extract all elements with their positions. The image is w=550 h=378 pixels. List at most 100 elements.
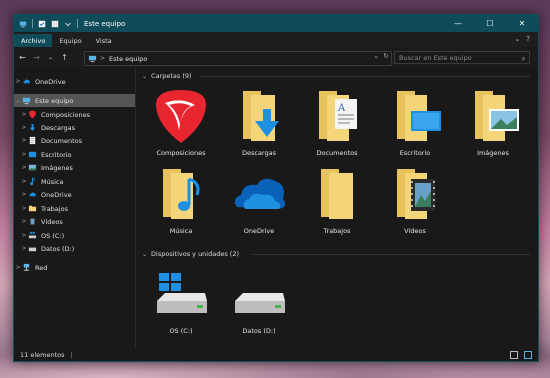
toolbar-separator bbox=[32, 19, 33, 28]
sidebar-item-os-c[interactable]: > OS (C:) bbox=[14, 229, 141, 242]
sidebar-item-escritorio[interactable]: > Escritorio bbox=[14, 148, 141, 161]
this-pc-icon bbox=[88, 55, 97, 63]
sidebar-item-label: Composiciones bbox=[41, 110, 91, 119]
sidebar-item-documentos[interactable]: > Documentos bbox=[14, 134, 141, 147]
collapse-chevron-icon[interactable]: ⌄ bbox=[14, 97, 22, 104]
minimize-button[interactable]: — bbox=[442, 15, 474, 32]
sidebar-item-onedrive[interactable]: > OneDrive bbox=[14, 75, 135, 88]
sidebar-item-label: Vídeos bbox=[41, 217, 63, 226]
expand-chevron-icon[interactable]: > bbox=[20, 151, 28, 158]
status-separator: | bbox=[70, 351, 73, 359]
tile-label: Música bbox=[169, 227, 193, 235]
expand-chevron-icon[interactable]: > bbox=[20, 191, 28, 198]
maximize-button[interactable]: ☐ bbox=[474, 15, 506, 32]
sidebar-item-datos-d[interactable]: > Datos (D:) bbox=[14, 242, 141, 255]
sidebar-item-imagenes[interactable]: > Imágenes bbox=[14, 161, 141, 174]
video-film-icon bbox=[29, 217, 36, 226]
drive-tile-os-c[interactable]: OS (C:) bbox=[144, 263, 218, 341]
expand-chevron-icon[interactable]: > bbox=[20, 164, 28, 171]
expand-chevron-icon[interactable]: > bbox=[20, 124, 28, 131]
up-button[interactable]: ↑ bbox=[59, 53, 70, 62]
sidebar-item-label: Imágenes bbox=[41, 163, 73, 172]
tile-label: OS (C:) bbox=[169, 327, 193, 335]
expand-chevron-icon[interactable]: > bbox=[20, 218, 28, 225]
sidebar-item-label: Escritorio bbox=[41, 150, 72, 159]
tile-label: Vídeos bbox=[404, 227, 426, 235]
large-icons-view-icon[interactable] bbox=[524, 351, 532, 359]
content-pane: ⌄ Carpetas (9) Composiciones Descargas A… bbox=[136, 67, 538, 349]
sidebar-item-musica[interactable]: > Música bbox=[14, 175, 141, 188]
breadcrumb-este-equipo[interactable]: Este equipo bbox=[109, 55, 147, 63]
breadcrumb-separator[interactable]: > bbox=[100, 55, 105, 62]
sidebar-item-red[interactable]: > Red bbox=[14, 261, 135, 274]
group-divider bbox=[252, 254, 530, 255]
this-pc-icon[interactable] bbox=[19, 20, 27, 28]
folder-tile-videos[interactable]: Vídeos bbox=[378, 163, 452, 241]
properties-check-icon[interactable] bbox=[38, 20, 46, 28]
red-pick-icon bbox=[156, 90, 206, 143]
details-view-icon[interactable] bbox=[510, 351, 518, 359]
navigation-pane: > OneDrive ⌄ Este equipo > Composiciones… bbox=[14, 67, 136, 349]
title-bar[interactable]: Este equipo — ☐ ✕ bbox=[14, 15, 538, 32]
tab-vista[interactable]: Vista bbox=[89, 34, 119, 47]
sidebar-item-composiciones[interactable]: > Composiciones bbox=[14, 108, 141, 121]
expand-chevron-icon[interactable]: > bbox=[14, 264, 22, 271]
new-folder-icon[interactable] bbox=[51, 20, 59, 28]
expand-chevron-icon[interactable]: > bbox=[20, 232, 28, 239]
onedrive-cloud-icon bbox=[234, 178, 286, 209]
sidebar-item-descargas[interactable]: > Descargas bbox=[14, 121, 141, 134]
address-bar[interactable]: > Este equipo ⌄ ↻ bbox=[84, 51, 392, 66]
windows-drive-icon bbox=[157, 273, 207, 313]
expand-chevron-icon[interactable]: > bbox=[20, 111, 28, 118]
folder-tile-musica[interactable]: Música bbox=[144, 163, 218, 241]
expand-chevron-icon[interactable]: > bbox=[14, 78, 22, 85]
tile-label: Datos (D:) bbox=[242, 327, 276, 335]
folder-tile-escritorio[interactable]: Escritorio bbox=[378, 85, 452, 163]
folder-tile-descargas[interactable]: Descargas bbox=[222, 85, 296, 163]
pictures-icon bbox=[28, 164, 37, 171]
folder-tile-onedrive[interactable]: OneDrive bbox=[222, 163, 296, 241]
back-button[interactable]: ← bbox=[17, 53, 28, 62]
expand-chevron-icon[interactable]: > bbox=[20, 245, 28, 252]
expand-chevron-icon[interactable]: > bbox=[20, 205, 28, 212]
folder-tile-composiciones[interactable]: Composiciones bbox=[144, 85, 218, 163]
group-header-carpetas[interactable]: ⌄ Carpetas (9) bbox=[142, 72, 192, 80]
expand-ribbon-icon[interactable]: ⌄ bbox=[514, 35, 520, 43]
help-icon[interactable]: ? bbox=[526, 35, 530, 43]
tile-label: Documentos bbox=[316, 149, 358, 157]
tab-archivo[interactable]: Archivo bbox=[14, 34, 53, 47]
tile-label: Trabajos bbox=[323, 227, 351, 235]
music-note-icon bbox=[30, 177, 35, 186]
forward-button[interactable]: → bbox=[31, 53, 42, 62]
folder-pictures-icon bbox=[475, 91, 519, 141]
address-dropdown-icon[interactable]: ⌄ bbox=[373, 52, 379, 60]
tile-label: Imágenes bbox=[477, 149, 509, 157]
group-header-dispositivos[interactable]: ⌄ Dispositivos y unidades (2) bbox=[142, 250, 239, 258]
tab-equipo[interactable]: Equipo bbox=[52, 34, 88, 47]
sidebar-item-videos[interactable]: > Vídeos bbox=[14, 215, 141, 228]
group-title: Carpetas (9) bbox=[151, 72, 192, 80]
folder-tile-trabajos[interactable]: Trabajos bbox=[300, 163, 374, 241]
sidebar-item-trabajos[interactable]: > Trabajos bbox=[14, 202, 141, 215]
network-icon bbox=[23, 263, 30, 271]
sidebar-item-onedrive-2[interactable]: > OneDrive bbox=[14, 188, 141, 201]
svg-text:A: A bbox=[337, 103, 346, 114]
sidebar-item-este-equipo[interactable]: ⌄ Este equipo bbox=[14, 94, 135, 107]
folder-tile-imagenes[interactable]: Imágenes bbox=[456, 85, 530, 163]
recent-locations-button[interactable]: ⌄ bbox=[45, 54, 56, 61]
sidebar-item-label: Descargas bbox=[41, 123, 76, 132]
folder-download-icon bbox=[243, 91, 279, 141]
folder-tile-documentos[interactable]: A Documentos bbox=[300, 85, 374, 163]
sidebar-item-label: Música bbox=[41, 177, 64, 186]
customize-quick-access-icon[interactable] bbox=[64, 20, 72, 28]
refresh-icon[interactable]: ↻ bbox=[383, 52, 389, 60]
search-input[interactable]: Buscar en Este equipo ⌕ bbox=[394, 51, 530, 64]
collapse-chevron-icon[interactable]: ⌄ bbox=[142, 251, 147, 258]
search-icon: ⌕ bbox=[521, 54, 526, 63]
group-title: Dispositivos y unidades (2) bbox=[151, 250, 240, 258]
expand-chevron-icon[interactable]: > bbox=[20, 178, 28, 185]
drive-tile-datos-d[interactable]: Datos (D:) bbox=[222, 263, 296, 341]
collapse-chevron-icon[interactable]: ⌄ bbox=[142, 73, 147, 80]
expand-chevron-icon[interactable]: > bbox=[20, 137, 28, 144]
close-button[interactable]: ✕ bbox=[506, 15, 538, 32]
